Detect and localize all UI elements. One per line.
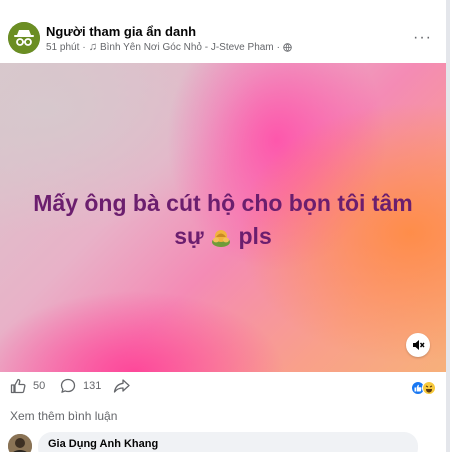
caption-text-after: pls <box>238 223 272 249</box>
commenter-name[interactable]: Gia Dụng Anh Khang <box>48 438 158 450</box>
post-time[interactable]: 51 phút <box>46 42 79 53</box>
incognito-avatar-icon[interactable] <box>8 22 40 54</box>
reaction-summary[interactable] <box>411 381 436 395</box>
like-button[interactable]: 50 <box>10 378 45 394</box>
comment-count: 131 <box>83 380 102 392</box>
haha-reaction-icon <box>422 381 436 395</box>
caption-line-1: Mấy ông bà cút hộ cho bọn tôi tâm <box>33 190 413 216</box>
post-video[interactable]: Mấy ông bà cút hộ cho bọn tôi tâm sự pls <box>0 63 446 372</box>
see-more-comments-link[interactable]: Xem thêm bình luận <box>10 409 117 423</box>
author-name[interactable]: Người tham gia ẩn danh <box>46 24 196 39</box>
hide-face-emoji-icon <box>212 230 231 247</box>
comment-icon <box>60 378 76 393</box>
commenter-avatar[interactable] <box>8 434 32 452</box>
share-icon <box>113 379 130 393</box>
post-header: Người tham gia ẩn danh 51 phút · ♫ Bình … <box>0 0 446 60</box>
post-actions: 50 131 <box>0 378 446 400</box>
comment-bubble: Gia Dụng Anh Khang <box>38 432 418 452</box>
group-name[interactable]: Bình Yên Nơi Góc Nhỏ - J-Steve Pham <box>100 42 274 53</box>
video-caption: Mấy ông bà cút hộ cho bọn tôi tâm sự pls <box>0 187 446 253</box>
globe-icon <box>283 42 292 52</box>
like-icon <box>10 378 26 394</box>
comment-item: Gia Dụng Anh Khang <box>8 432 418 452</box>
meta-separator-2: · <box>276 41 280 53</box>
caption-text-before: sự <box>174 223 204 249</box>
meta-separator: · <box>82 41 86 53</box>
page-scrollbar[interactable] <box>446 0 450 452</box>
comment-button[interactable]: 131 <box>60 378 101 394</box>
mute-button[interactable] <box>406 333 430 357</box>
caption-line-2: sự pls <box>0 220 446 253</box>
post-meta: 51 phút · ♫ Bình Yên Nơi Góc Nhỏ - J-Ste… <box>46 41 292 53</box>
more-icon[interactable]: ··· <box>413 29 432 47</box>
music-note-icon: ♫ <box>88 41 97 53</box>
post-card: Người tham gia ẩn danh 51 phút · ♫ Bình … <box>0 0 446 452</box>
share-button[interactable] <box>113 378 130 394</box>
like-count: 50 <box>33 380 46 392</box>
mute-icon <box>413 340 425 350</box>
